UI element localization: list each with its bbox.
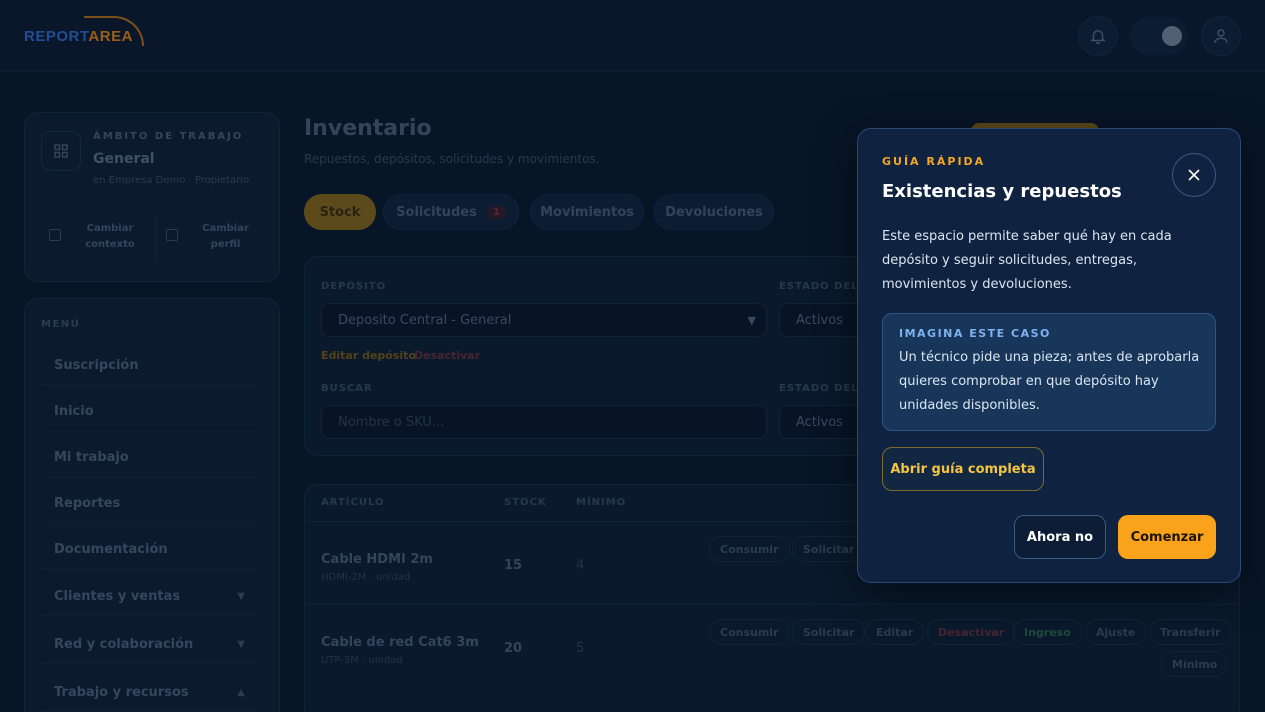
open-full-guide-button[interactable]: Abrir guía completa: [882, 447, 1044, 491]
close-icon: [1188, 169, 1200, 181]
app: REPORTAREA ÁMBITO DE TRABAJO General en …: [0, 0, 1265, 712]
quick-guide-popover: GUÍA RÁPIDA Existencias y repuestos Este…: [857, 128, 1241, 583]
case-text: Un técnico pide una pieza; antes de apro…: [899, 350, 1200, 413]
popover-title: Existencias y repuestos: [882, 181, 1122, 202]
case-kicker: IMAGINA ESTE CASO: [899, 327, 1051, 340]
start-button[interactable]: Comenzar: [1118, 515, 1216, 559]
popover-kicker: GUÍA RÁPIDA: [882, 155, 986, 168]
close-button[interactable]: [1172, 153, 1216, 197]
popover-body: Este espacio permite saber qué hay en ca…: [882, 229, 1172, 292]
not-now-button[interactable]: Ahora no: [1014, 515, 1106, 559]
example-case-box: IMAGINA ESTE CASO Un técnico pide una pi…: [882, 313, 1216, 431]
